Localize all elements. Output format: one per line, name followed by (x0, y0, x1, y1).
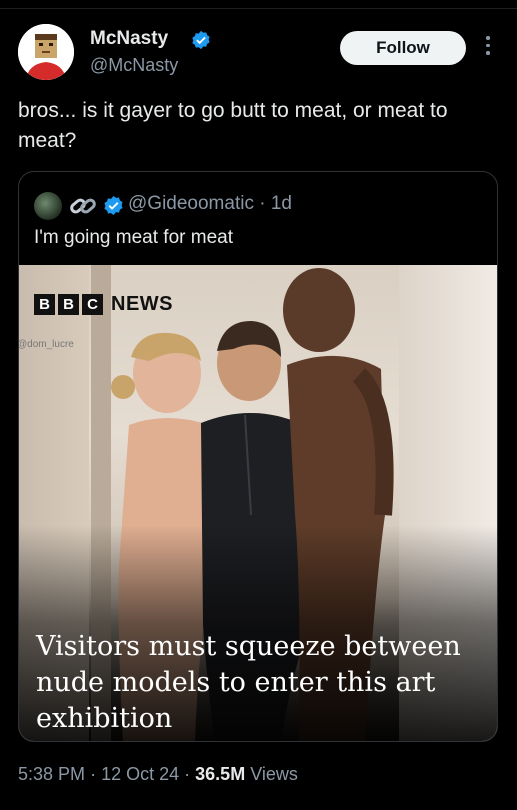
link-emoji-icon (70, 198, 96, 214)
logo-word: NEWS (111, 293, 173, 315)
quote-time: · 1d (259, 193, 292, 214)
logo-letter: B (58, 294, 79, 315)
quote-verified-badge-icon (104, 195, 123, 216)
separator-dot: · (90, 764, 97, 784)
views-label: Views (250, 764, 298, 784)
avatar-image (18, 24, 74, 80)
tweet-date[interactable]: 12 Oct 24 (101, 764, 179, 784)
logo-letter: C (82, 294, 103, 315)
bbc-news-logo: B B C NEWS (34, 293, 173, 316)
quote-text: I'm going meat for meat (34, 227, 233, 248)
quote-handle-line[interactable]: @Gideoomatic · 1d (128, 193, 292, 215)
quote-handle[interactable]: @Gideoomatic (128, 193, 254, 214)
tweet-time[interactable]: 5:38 PM (18, 764, 85, 784)
more-options-icon[interactable] (484, 36, 492, 60)
views-count[interactable]: 36.5M (195, 764, 245, 784)
logo-letter: B (34, 294, 55, 315)
verified-badge-icon (192, 30, 210, 50)
follow-button[interactable]: Follow (340, 31, 466, 65)
image-caption: Visitors must squeeze between nude model… (36, 631, 461, 734)
separator-dot: · (184, 764, 191, 784)
author-handle[interactable]: @McNasty (90, 55, 178, 76)
quoted-tweet[interactable]: @Gideoomatic · 1d I'm going meat for mea… (18, 171, 498, 742)
avatar[interactable] (18, 24, 74, 80)
top-divider (0, 0, 517, 9)
tweet-text: bros... is it gayer to go butt to meat, … (18, 99, 448, 152)
tweet-meta: 5:38 PM · 12 Oct 24 · 36.5M Views (18, 764, 298, 785)
image-watermark: @dom_lucre (19, 339, 74, 350)
author-name[interactable]: McNasty (90, 28, 168, 50)
quote-media-image[interactable]: B B C NEWS @dom_lucre Visitors must sque… (19, 265, 497, 741)
quote-avatar[interactable] (34, 192, 62, 220)
